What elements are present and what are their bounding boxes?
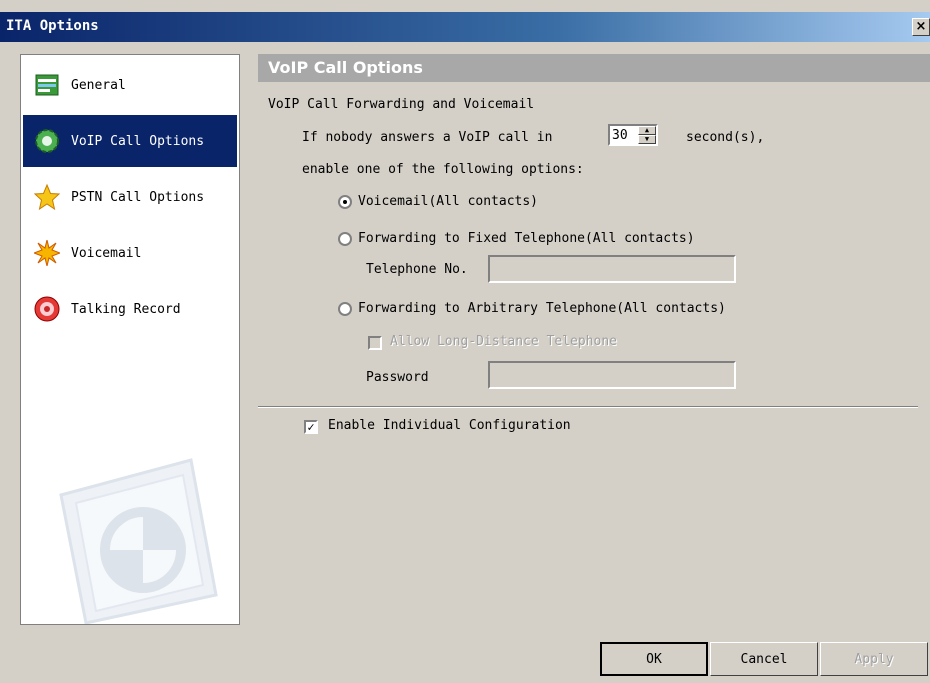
arbitrary-telephone-radio-label[interactable]: Forwarding to Arbitrary Telephone(All co…: [358, 301, 726, 316]
section-label: VoIP Call Forwarding and Voicemail: [268, 97, 535, 112]
sidebar-item-pstn-call-options[interactable]: PSTN Call Options: [23, 171, 237, 223]
timeout-label: If nobody answers a VoIP call in: [302, 130, 553, 145]
watermark-logo: [59, 458, 218, 624]
record-icon: [33, 295, 61, 323]
enable-individual-checkbox[interactable]: ✓: [304, 420, 318, 434]
password-label: Password: [366, 370, 429, 385]
ok-button[interactable]: OK: [600, 642, 708, 676]
star-icon: [33, 183, 61, 211]
window-title: ITA Options: [6, 18, 99, 34]
seconds-input[interactable]: [610, 126, 638, 144]
page-title: VoIP Call Options: [258, 54, 930, 82]
separator: [258, 406, 918, 408]
options-sidebar: General VoIP Call Options PSTN Call Opti…: [20, 54, 240, 625]
telephone-number-label: Telephone No.: [366, 262, 468, 277]
seconds-unit-label: second(s),: [686, 130, 765, 145]
gear-icon: [33, 127, 61, 155]
voicemail-radio[interactable]: [338, 195, 352, 209]
fixed-telephone-radio-label[interactable]: Forwarding to Fixed Telephone(All contac…: [358, 231, 695, 246]
voicemail-radio-label[interactable]: Voicemail(All contacts): [358, 194, 538, 209]
cancel-button[interactable]: Cancel: [710, 642, 818, 676]
title-bar: ITA Options ×: [0, 12, 930, 42]
password-field[interactable]: [488, 361, 736, 389]
apply-button[interactable]: Apply: [820, 642, 928, 676]
sidebar-item-label: General: [71, 77, 126, 93]
allow-long-distance-label: Allow Long-Distance Telephone: [390, 334, 617, 349]
arbitrary-telephone-radio[interactable]: [338, 302, 352, 316]
telephone-number-field[interactable]: [488, 255, 736, 283]
options-intro-label: enable one of the following options:: [302, 162, 584, 177]
sidebar-item-label: Voicemail: [71, 245, 142, 261]
seconds-stepper[interactable]: ▲ ▼: [608, 124, 658, 146]
sidebar-item-voip-call-options[interactable]: VoIP Call Options: [23, 115, 237, 167]
spin-down-button[interactable]: ▼: [638, 135, 656, 144]
sidebar-item-voicemail[interactable]: Voicemail: [23, 227, 237, 279]
sidebar-item-label: VoIP Call Options: [71, 133, 205, 149]
allow-long-distance-checkbox[interactable]: [368, 336, 382, 350]
sidebar-item-label: Talking Record: [71, 301, 181, 317]
fixed-telephone-radio[interactable]: [338, 232, 352, 246]
sidebar-item-label: PSTN Call Options: [71, 189, 205, 205]
general-icon: [33, 71, 61, 99]
spin-up-button[interactable]: ▲: [638, 126, 656, 135]
sidebar-item-talking-record[interactable]: Talking Record: [23, 283, 237, 335]
enable-individual-label[interactable]: Enable Individual Configuration: [328, 418, 571, 433]
burst-icon: [33, 239, 61, 267]
close-button[interactable]: ×: [912, 18, 930, 36]
sidebar-item-general[interactable]: General: [23, 59, 237, 111]
